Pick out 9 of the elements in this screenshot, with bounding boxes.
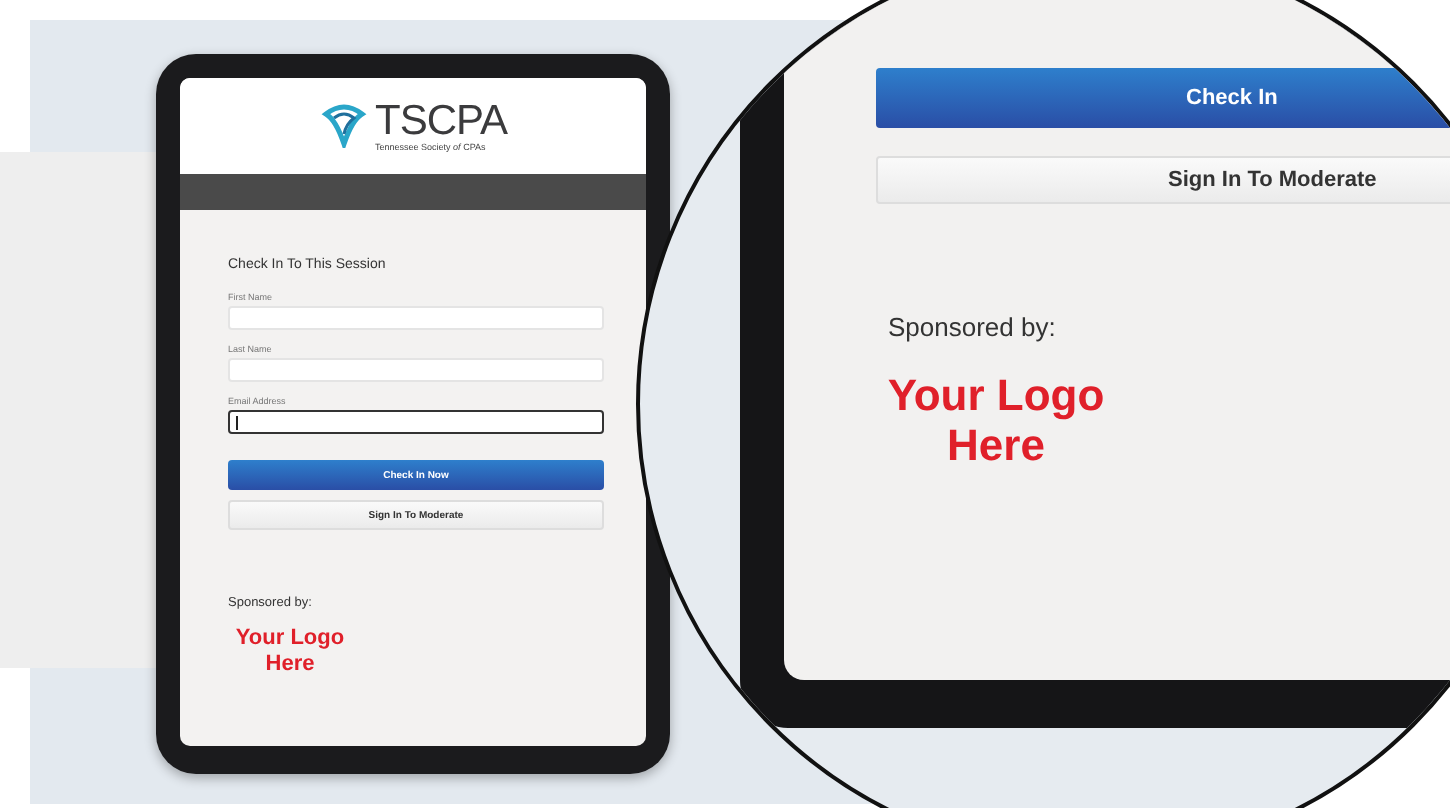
input-field[interactable] bbox=[228, 410, 604, 434]
sponsor-label: Sponsored by: bbox=[888, 312, 1058, 342]
text-cursor bbox=[236, 415, 238, 429]
check-in-button[interactable]: Check In bbox=[876, 68, 1450, 128]
logo-name: TSCPA bbox=[375, 100, 507, 142]
moderate-button[interactable]: Sign In To Moderate bbox=[876, 156, 1450, 204]
logo-placeholder-text: Your Logo Here bbox=[885, 370, 1107, 472]
logo-placeholder-text: Your Logo Here bbox=[233, 626, 347, 677]
swirl-logo-icon bbox=[319, 104, 368, 148]
